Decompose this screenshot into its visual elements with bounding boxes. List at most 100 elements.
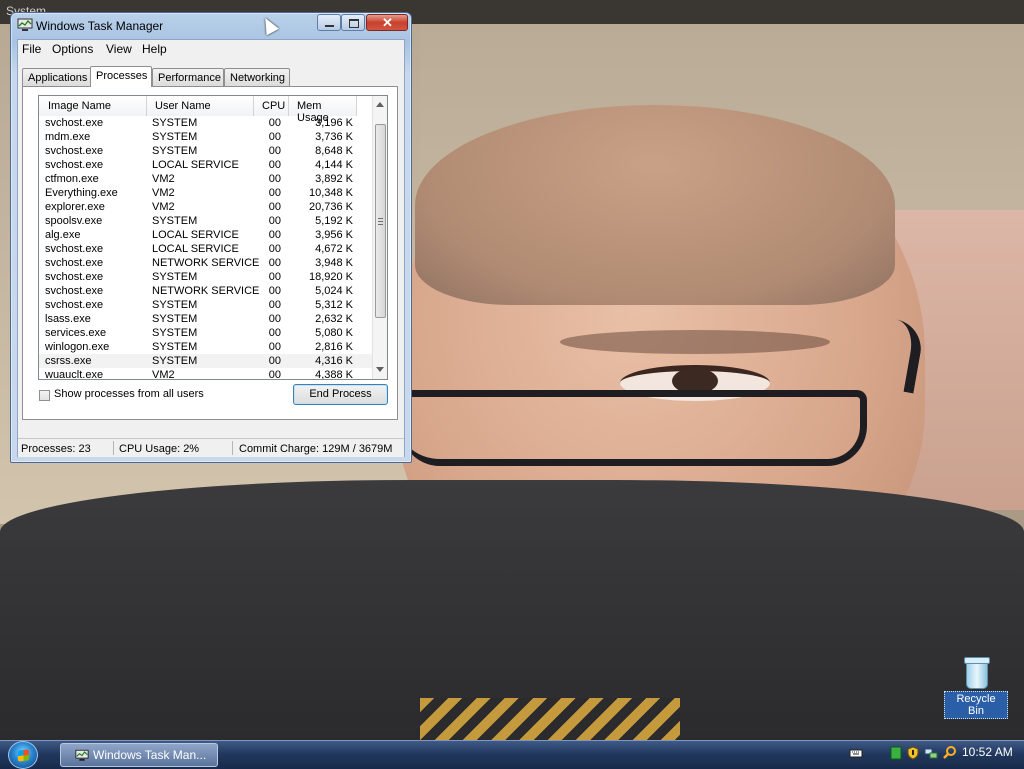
process-list-header: Image Name User Name CPU Mem Usage [39,96,372,124]
process-user-name: SYSTEM [152,145,198,157]
process-cpu: 00 [268,243,281,255]
process-cpu: 00 [268,159,281,171]
network-icon[interactable] [924,746,938,760]
process-image-name: ctfmon.exe [45,173,99,185]
process-user-name: SYSTEM [152,271,198,283]
process-image-name: winlogon.exe [45,341,110,353]
process-user-name: SYSTEM [152,327,198,339]
tab-networking[interactable]: Networking [224,68,290,86]
process-mem-usage: 3,892 K [315,173,353,185]
close-button[interactable]: ✕ [366,14,408,31]
table-row[interactable]: csrss.exe SYSTEM 00 4,316 K [39,354,372,368]
menu-bar: File Options View Help [18,40,404,58]
table-row[interactable]: spoolsv.exe SYSTEM 00 5,192 K [39,214,372,228]
task-manager-icon [75,749,89,761]
table-row[interactable]: alg.exe LOCAL SERVICE 00 3,956 K [39,228,372,242]
process-mem-usage: 5,024 K [315,285,353,297]
table-row[interactable]: winlogon.exe SYSTEM 00 2,816 K [39,340,372,354]
desktop-icon-recycle-bin[interactable]: Recycle Bin [944,656,1008,719]
process-user-name: LOCAL SERVICE [152,159,239,171]
process-cpu: 00 [268,299,281,311]
table-row[interactable]: explorer.exe VM2 00 20,736 K [39,200,372,214]
process-image-name: mdm.exe [45,131,91,143]
process-cpu: 00 [268,313,281,325]
table-row[interactable]: services.exe SYSTEM 00 5,080 K [39,326,372,340]
table-row[interactable]: Everything.exe VM2 00 10,348 K [39,186,372,200]
end-process-button[interactable]: End Process [293,384,388,405]
maximize-icon [349,19,359,28]
vertical-scrollbar[interactable] [372,96,387,379]
taskbar-button-task-manager[interactable]: Windows Task Man... [60,743,218,767]
search-icon[interactable] [943,746,957,760]
process-list[interactable]: Image Name User Name CPU Mem Usage svcho… [38,95,388,380]
show-all-users-label[interactable]: Show processes from all users [54,388,204,400]
column-header-mem-usage[interactable]: Mem Usage [289,96,357,124]
table-row[interactable]: svchost.exe NETWORK SERVICE 00 5,024 K [39,284,372,298]
table-row[interactable]: svchost.exe NETWORK SERVICE 00 3,948 K [39,256,372,270]
process-mem-usage: 4,388 K [315,369,353,380]
shield-icon[interactable] [906,746,920,760]
taskbar-clock[interactable]: 10:52 AM [962,745,1013,759]
process-mem-usage: 5,312 K [315,299,353,311]
process-cpu: 00 [268,271,281,283]
keyboard-icon[interactable] [849,746,863,760]
process-cpu: 00 [268,117,281,129]
table-row[interactable]: wuauclt.exe VM2 00 4,388 K [39,368,372,380]
table-row[interactable]: svchost.exe SYSTEM 00 8,648 K [39,144,372,158]
column-header-cpu[interactable]: CPU [254,96,289,116]
task-manager-icon [17,18,33,31]
process-cpu: 00 [268,257,281,269]
windows-start-orb-icon[interactable] [8,741,38,769]
process-image-name: svchost.exe [45,159,104,171]
tab-applications[interactable]: Applications [22,68,92,86]
process-user-name: SYSTEM [152,131,198,143]
process-cpu: 00 [268,327,281,339]
process-user-name: LOCAL SERVICE [152,229,239,241]
process-mem-usage: 4,672 K [315,243,353,255]
table-row[interactable]: svchost.exe LOCAL SERVICE 00 4,672 K [39,242,372,256]
column-header-user-name[interactable]: User Name [147,96,254,116]
scroll-up-icon[interactable] [376,102,384,107]
table-row[interactable]: svchost.exe SYSTEM 00 3,196 K [39,116,372,130]
process-image-name: services.exe [45,327,107,339]
process-mem-usage: 10,348 K [308,187,353,199]
process-mem-usage: 3,736 K [315,131,353,143]
process-image-name: Everything.exe [45,187,118,199]
menu-file[interactable]: File [22,42,41,56]
process-cpu: 00 [268,145,281,157]
minimize-icon [325,25,334,27]
tab-processes[interactable]: Processes [90,66,152,87]
process-image-name: svchost.exe [45,299,104,311]
table-row[interactable]: svchost.exe SYSTEM 00 18,920 K [39,270,372,284]
table-row[interactable]: svchost.exe LOCAL SERVICE 00 4,144 K [39,158,372,172]
column-header-image-name[interactable]: Image Name [39,96,147,116]
process-user-name: SYSTEM [152,117,198,129]
minimize-button[interactable] [317,14,341,31]
green-status-icon[interactable] [889,746,903,760]
table-row[interactable]: lsass.exe SYSTEM 00 2,632 K [39,312,372,326]
process-user-name: VM2 [152,173,175,185]
window-client-area: File Options View Help Applications Proc… [17,39,405,457]
show-all-users-checkbox[interactable] [39,390,50,401]
process-mem-usage: 3,948 K [315,257,353,269]
menu-view[interactable]: View [106,42,132,56]
scrollbar-grip-icon [378,218,383,225]
process-image-name: svchost.exe [45,285,104,297]
maximize-button[interactable] [341,14,365,31]
table-row[interactable]: ctfmon.exe VM2 00 3,892 K [39,172,372,186]
menu-options[interactable]: Options [52,42,93,56]
process-user-name: VM2 [152,201,175,213]
tab-performance[interactable]: Performance [152,68,224,86]
title-bar[interactable]: Windows Task Manager ✕ [11,13,411,39]
scrollbar-thumb[interactable] [375,124,386,318]
process-image-name: svchost.exe [45,243,104,255]
table-row[interactable]: mdm.exe SYSTEM 00 3,736 K [39,130,372,144]
process-image-name: spoolsv.exe [45,215,103,227]
table-row[interactable]: svchost.exe SYSTEM 00 5,312 K [39,298,372,312]
recycle-bin-icon [963,656,990,689]
menu-help[interactable]: Help [142,42,167,56]
process-image-name: explorer.exe [45,201,105,213]
status-divider [232,441,233,455]
scroll-down-icon[interactable] [376,367,384,372]
process-user-name: SYSTEM [152,299,198,311]
